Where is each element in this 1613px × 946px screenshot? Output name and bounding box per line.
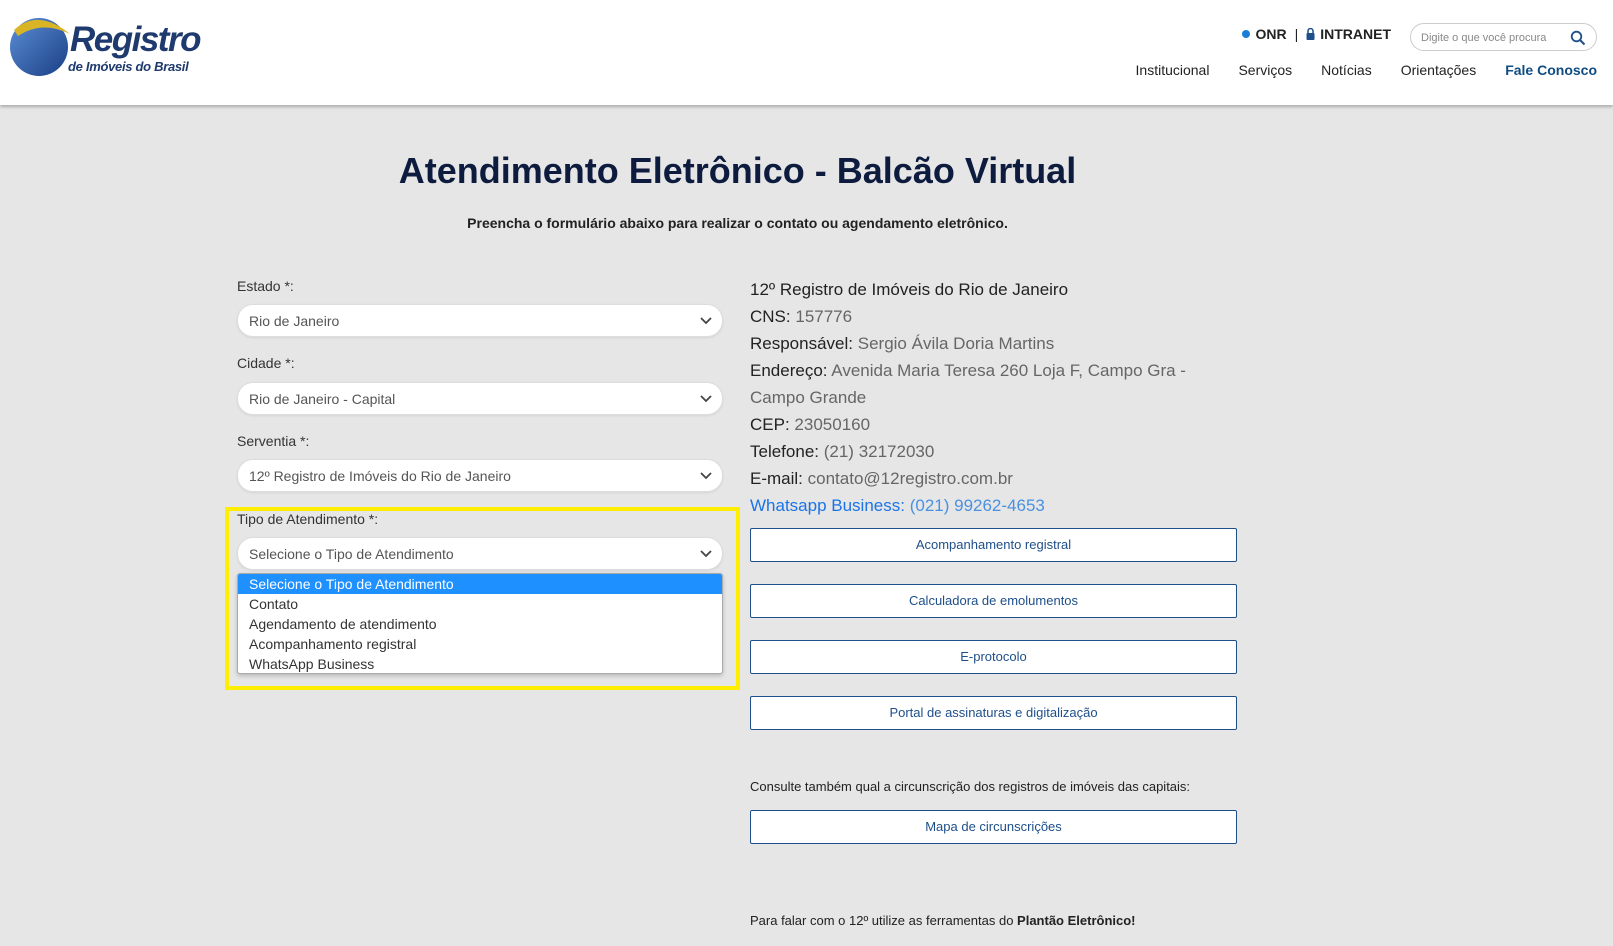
- search-box: [1410, 23, 1597, 51]
- intranet-link[interactable]: INTRANET: [1320, 26, 1391, 42]
- eprotocolo-button[interactable]: E-protocolo: [750, 640, 1237, 674]
- consult-text: Consulte também qual a circunscrição dos…: [750, 779, 1191, 794]
- calculadora-button[interactable]: Calculadora de emolumentos: [750, 584, 1237, 618]
- onr-dot-icon: [1242, 30, 1251, 38]
- nav-item-servicos[interactable]: Serviços: [1238, 62, 1292, 78]
- estado-select[interactable]: Rio de Janeiro: [237, 304, 723, 337]
- serventia-name: 12º Registro de Imóveis do Rio de Janeir…: [750, 280, 1069, 299]
- search-icon[interactable]: [1570, 30, 1586, 46]
- email-label: E-mail:: [750, 469, 803, 488]
- divider: |: [1294, 26, 1299, 42]
- nav-item-orientacoes[interactable]: Orientações: [1401, 62, 1476, 78]
- email-row: E-mail: contato@12registro.com.br: [750, 465, 1210, 492]
- dropdown-option-agendamento[interactable]: Agendamento de atendimento: [238, 614, 722, 634]
- endereco-row: Endereço: Avenida Maria Teresa 260 Loja …: [750, 357, 1210, 384]
- acompanhamento-button[interactable]: Acompanhamento registral: [750, 528, 1237, 562]
- cidade-label: Cidade *:: [237, 355, 295, 371]
- nav-item-fale-conosco[interactable]: Fale Conosco: [1505, 62, 1597, 78]
- chevron-down-icon: [700, 472, 712, 480]
- responsavel-value: Sergio Ávila Doria Martins: [857, 334, 1055, 353]
- tipo-dropdown-list: Selecione o Tipo de Atendimento Contato …: [237, 573, 723, 674]
- whatsapp-value[interactable]: (021) 99262-4653: [910, 496, 1045, 515]
- nav-item-institucional[interactable]: Institucional: [1136, 62, 1210, 78]
- endereco-label: Endereço:: [750, 361, 828, 380]
- tipo-select[interactable]: Selecione o Tipo de Atendimento: [237, 537, 723, 570]
- cns-row: CNS: 157776: [750, 303, 1210, 330]
- serventia-value: 12º Registro de Imóveis do Rio de Janeir…: [249, 468, 511, 484]
- dropdown-option-whatsapp[interactable]: WhatsApp Business: [238, 654, 722, 673]
- endereco-value-2: Campo Grande: [750, 388, 867, 407]
- telefone-value: (21) 32172030: [823, 442, 935, 461]
- responsavel-row: Responsável: Sergio Ávila Doria Martins: [750, 330, 1210, 357]
- site-header: Registro de Imóveis do Brasil ONR | INTR…: [0, 0, 1613, 105]
- search-input[interactable]: [1421, 28, 1561, 48]
- chevron-down-icon: [700, 550, 712, 558]
- chevron-down-icon: [700, 317, 712, 325]
- estado-value: Rio de Janeiro: [249, 313, 340, 329]
- telefone-row: Telefone: (21) 32172030: [750, 438, 1210, 465]
- top-links: ONR | INTRANET: [1242, 26, 1391, 42]
- email-value: contato@12registro.com.br: [807, 469, 1013, 488]
- site-logo[interactable]: Registro de Imóveis do Brasil: [8, 14, 201, 80]
- whatsapp-label[interactable]: Whatsapp Business:: [750, 496, 905, 515]
- tipo-label: Tipo de Atendimento *:: [237, 511, 379, 527]
- serventia-label: Serventia *:: [237, 433, 310, 449]
- telefone-label: Telefone:: [750, 442, 819, 461]
- serventia-info: 12º Registro de Imóveis do Rio de Janeir…: [750, 276, 1210, 519]
- cidade-select[interactable]: Rio de Janeiro - Capital: [237, 382, 723, 415]
- dropdown-option-contato[interactable]: Contato: [238, 594, 722, 614]
- nav-item-noticias[interactable]: Notícias: [1321, 62, 1372, 78]
- onr-link[interactable]: ONR: [1255, 26, 1286, 42]
- dropdown-option-selecione[interactable]: Selecione o Tipo de Atendimento: [238, 574, 722, 594]
- cns-value: 157776: [795, 307, 853, 326]
- logo-wordmark: Registro: [70, 20, 201, 59]
- estado-label: Estado *:: [237, 278, 294, 294]
- cep-label: CEP:: [750, 415, 790, 434]
- chevron-down-icon: [700, 395, 712, 403]
- plantao-prefix: Para falar com o 12º utilize as ferramen…: [750, 913, 1018, 928]
- cns-label: CNS:: [750, 307, 791, 326]
- cep-value: 23050160: [794, 415, 871, 434]
- page-title: Atendimento Eletrônico - Balcão Virtual: [398, 150, 1077, 191]
- responsavel-label: Responsável:: [750, 334, 854, 353]
- lock-icon: [1306, 28, 1315, 40]
- mapa-circunscricoes-button[interactable]: Mapa de circunscrições: [750, 810, 1237, 844]
- cep-row: CEP: 23050160: [750, 411, 1210, 438]
- dropdown-option-acompanhamento[interactable]: Acompanhamento registral: [238, 634, 722, 654]
- tipo-value: Selecione o Tipo de Atendimento: [249, 546, 454, 562]
- logo-globe-icon: [10, 18, 70, 76]
- serventia-select[interactable]: 12º Registro de Imóveis do Rio de Janeir…: [237, 459, 723, 492]
- whatsapp-row[interactable]: Whatsapp Business: (021) 99262-4653: [750, 492, 1210, 519]
- plantao-text: Para falar com o 12º utilize as ferramen…: [750, 913, 1136, 928]
- logo-subtext: de Imóveis do Brasil: [68, 59, 189, 74]
- plantao-link[interactable]: Plantão Eletrônico!: [1017, 913, 1135, 928]
- cidade-value: Rio de Janeiro - Capital: [249, 391, 396, 407]
- endereco-value: Avenida Maria Teresa 260 Loja F, Campo G…: [831, 361, 1186, 380]
- portal-assinaturas-button[interactable]: Portal de assinaturas e digitalização: [750, 696, 1237, 730]
- main-nav: Institucional Serviços Notícias Orientaç…: [1107, 62, 1597, 78]
- page-subtitle: Preencha o formulário abaixo para realiz…: [467, 215, 1008, 231]
